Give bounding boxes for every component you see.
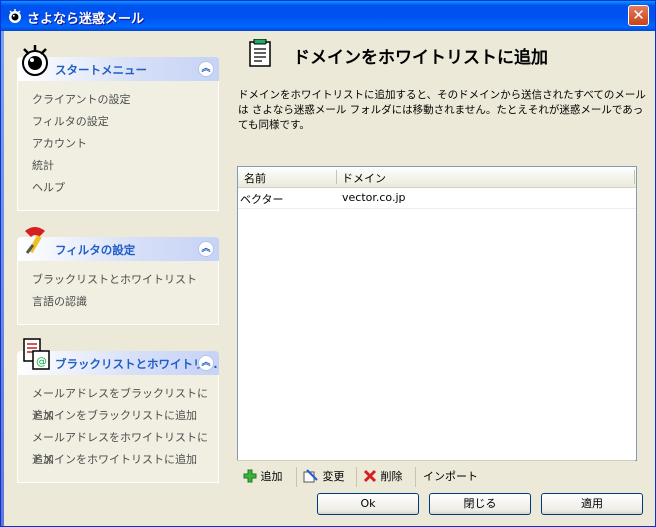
app-window: さよなら迷惑メール ✕ スタートメニュー ︽ クライアントの設定 フィルタの設定: [0, 0, 656, 527]
apply-button[interactable]: 適用: [541, 493, 643, 515]
add-button[interactable]: 追加: [243, 468, 283, 486]
panel-title: スタートメニュー: [55, 63, 147, 77]
description-text: ドメインをホワイトリストに追加すると、そのドメインから送信されたすべてのメールは…: [238, 89, 646, 131]
link-account[interactable]: アカウント: [32, 133, 218, 155]
list-row[interactable]: ベクター vector.co.jp: [238, 188, 636, 209]
ok-button[interactable]: Ok: [317, 493, 419, 515]
address-list-icon: @: [23, 338, 50, 370]
toolbar-separator: [356, 467, 357, 487]
toolbar-separator: [415, 467, 416, 487]
link-statistics[interactable]: 統計: [32, 155, 218, 177]
chevron-collapse-icon[interactable]: ︽: [198, 355, 214, 371]
link-client-settings[interactable]: クライアントの設定: [32, 89, 218, 111]
link-help[interactable]: ヘルプ: [32, 177, 218, 199]
link-blacklist-whitelist[interactable]: ブラックリストとホワイトリスト: [32, 269, 218, 291]
app-eye-icon: [9, 9, 21, 23]
toolbar-separator: [296, 467, 297, 487]
close-dialog-button[interactable]: 閉じる: [429, 493, 531, 515]
eye-icon: [22, 45, 48, 76]
panel-title: フィルタの設定: [55, 243, 136, 257]
delete-x-icon: [363, 469, 377, 483]
sidebar: スタートメニュー ︽ クライアントの設定 フィルタの設定 アカウント 統計 ヘル…: [1, 31, 229, 526]
cell-domain: vector.co.jp: [342, 191, 406, 204]
link-add-email-blacklist[interactable]: メールアドレスをブラックリストに追加: [32, 383, 218, 422]
panel-body: クライアントの設定 フィルタの設定 アカウント 統計 ヘルプ: [17, 81, 219, 211]
import-button[interactable]: インポート: [423, 468, 478, 486]
link-filter-settings[interactable]: フィルタの設定: [32, 111, 218, 133]
column-separator[interactable]: [634, 170, 635, 184]
panel-header-blacklist-whitelist[interactable]: @ ブラックリストとホワイトリ... ︽: [17, 338, 219, 375]
title-bar[interactable]: さよなら迷惑メール ✕: [1, 1, 655, 31]
chevron-collapse-icon[interactable]: ︽: [198, 241, 214, 257]
document-icon: [249, 39, 271, 67]
svg-text:@: @: [36, 355, 47, 368]
panel-header-filter-settings[interactable]: フィルタの設定 ︽: [17, 227, 219, 261]
panel-blacklist-whitelist: @ ブラックリストとホワイトリ... ︽ メールアドレスをブラックリストに追加 …: [17, 338, 219, 483]
add-label: 追加: [260, 470, 283, 483]
cell-name: ベクター: [240, 193, 284, 206]
edit-icon: [303, 469, 318, 483]
plus-icon: [243, 469, 257, 483]
import-label: インポート: [423, 470, 478, 483]
link-add-email-whitelist[interactable]: メールアドレスをホワイトリストに追加: [32, 427, 218, 466]
delete-label: 削除: [380, 470, 403, 483]
page-title: ドメインをホワイトリストに追加: [293, 48, 548, 68]
link-language-recognition[interactable]: 言語の認識: [32, 291, 218, 313]
delete-button[interactable]: 削除: [363, 468, 403, 486]
panel-title: ブラックリストとホワイトリ...: [55, 357, 218, 371]
edit-label: 変更: [322, 470, 345, 483]
main-content: ドメインをホワイトリストに追加 ドメインをホワイトリストに追加すると、そのドメイ…: [229, 31, 655, 526]
panel-start-menu: スタートメニュー ︽ クライアントの設定 フィルタの設定 アカウント 統計 ヘル…: [17, 45, 219, 211]
panel-filter-settings: フィルタの設定 ︽ ブラックリストとホワイトリスト 言語の認識: [17, 227, 219, 325]
panel-body: メールアドレスをブラックリストに追加 ドメインをブラックリストに追加 メールアド…: [17, 375, 219, 483]
panel-header-start-menu[interactable]: スタートメニュー ︽: [17, 45, 219, 81]
panel-body: ブラックリストとホワイトリスト 言語の認識: [17, 261, 219, 325]
column-header-domain[interactable]: ドメイン: [342, 170, 386, 186]
column-header-name[interactable]: 名前: [244, 170, 266, 186]
filter-tools-icon: [25, 227, 45, 254]
link-add-domain-whitelist[interactable]: ドメインをホワイトリストに追加: [32, 449, 218, 471]
list-toolbar: 追加 変更 削除 インポート: [237, 460, 635, 491]
list-header: 名前 ドメイン: [238, 167, 636, 188]
chevron-collapse-icon[interactable]: ︽: [198, 61, 214, 77]
domain-list[interactable]: 名前 ドメイン ベクター vector.co.jp: [237, 166, 637, 461]
close-button[interactable]: ✕: [628, 5, 649, 26]
close-icon: ✕: [632, 6, 645, 24]
edit-button[interactable]: 変更: [303, 468, 345, 486]
window-title: さよなら迷惑メール: [27, 12, 145, 27]
column-separator[interactable]: [336, 170, 337, 184]
link-add-domain-blacklist[interactable]: ドメインをブラックリストに追加: [32, 405, 218, 427]
